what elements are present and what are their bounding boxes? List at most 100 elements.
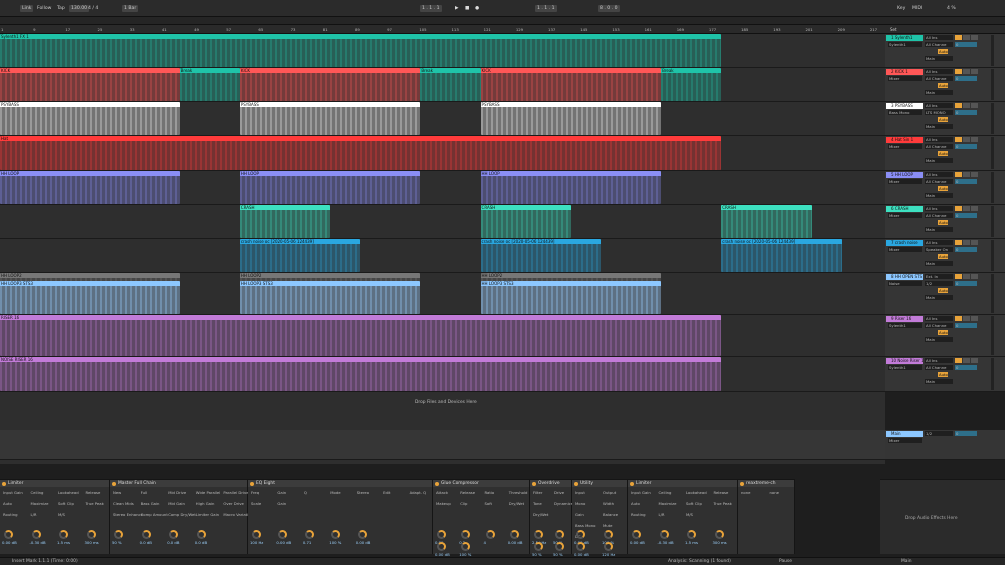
output-menu[interactable]: Main xyxy=(925,56,953,61)
input-type-menu[interactable]: All Ins xyxy=(925,206,953,211)
param-knob[interactable] xyxy=(555,530,564,539)
overview-bar[interactable] xyxy=(0,17,1005,25)
param-value[interactable]: 0.00 dB xyxy=(356,540,371,545)
track-activator[interactable] xyxy=(955,206,962,211)
device-reaxtreme-ch[interactable]: reaxtreme-ch none none xyxy=(738,479,795,554)
track-name[interactable]: 1 Sylenth1 xyxy=(886,35,923,41)
input-channel-menu[interactable]: All Channe xyxy=(925,144,953,149)
param-value[interactable]: 0.00 dB xyxy=(276,540,291,545)
param-knob[interactable] xyxy=(31,530,41,539)
device-glue-compressor[interactable]: Glue Compressor Attack Release Ratio Thresho… xyxy=(433,479,530,557)
input-channel-menu[interactable]: LTS MONO xyxy=(925,110,953,115)
arrangement-position[interactable]: 1 . 1 . 1 xyxy=(420,5,442,12)
output-menu[interactable]: Main xyxy=(925,379,953,384)
param-value[interactable]: 1.5 ms xyxy=(57,540,70,545)
solo-button[interactable] xyxy=(963,172,970,177)
clip[interactable]: CRASH xyxy=(480,205,571,238)
param-knob[interactable] xyxy=(632,530,641,539)
param-knob[interactable] xyxy=(278,530,288,539)
param-knob[interactable] xyxy=(687,530,696,539)
tempo-field[interactable]: 130.00 xyxy=(69,5,90,12)
main-track-lane[interactable] xyxy=(0,430,885,460)
track-activator[interactable] xyxy=(955,69,962,74)
track-name[interactable]: 2 KICK 1 xyxy=(886,69,923,75)
volume-field[interactable]: 0 xyxy=(955,281,977,286)
track-lane[interactable]: Sylenth1 FX 1 xyxy=(0,34,885,68)
arm-button[interactable] xyxy=(971,103,978,108)
output-menu[interactable]: Main xyxy=(925,295,953,300)
output-menu[interactable]: Main xyxy=(925,227,953,232)
input-type-menu[interactable]: All Ins xyxy=(925,358,953,363)
param-knob[interactable] xyxy=(485,530,495,539)
clip[interactable]: Break xyxy=(661,68,722,101)
monitor-auto[interactable]: Auto xyxy=(938,254,948,259)
param-value[interactable]: -0.30 dB xyxy=(658,540,674,545)
clip[interactable]: crash noise oc [2020-05-06 124439] xyxy=(480,239,601,272)
device-power-icon[interactable] xyxy=(532,481,536,486)
clip[interactable]: HH LOOP xyxy=(0,171,180,204)
arm-button[interactable] xyxy=(971,274,978,279)
clip[interactable]: RISER 16 xyxy=(0,315,722,356)
track-activator[interactable] xyxy=(955,316,962,321)
device-title[interactable]: Overdrive xyxy=(530,480,571,487)
arm-button[interactable] xyxy=(971,172,978,177)
track-lane[interactable]: HH LOOP2 HH LOOP2 HH LOOP2 HH LOOP3 STS3 HH … xyxy=(0,273,885,315)
arm-button[interactable] xyxy=(971,240,978,245)
input-channel-menu[interactable]: All Channe xyxy=(925,365,953,370)
clip[interactable]: HH LOOP xyxy=(239,171,421,204)
monitor-auto[interactable]: Auto xyxy=(938,288,948,293)
beat-time-ruler[interactable]: 1 9 17 25 33 41 49 57 65 73 81 89 97 105 113 121 129 137 1… xyxy=(0,25,909,34)
volume-field[interactable]: 0 xyxy=(955,144,977,149)
solo-button[interactable] xyxy=(963,274,970,279)
track-header[interactable]: 2 KICK 1 All Ins All Channe Mixer Auto Main 0 xyxy=(885,68,1005,102)
track-header[interactable]: 9 Riser 16 All Ins All Channe Sylenth1 Auto M… xyxy=(885,315,1005,357)
output-menu[interactable]: Main xyxy=(925,337,953,342)
device-power-icon[interactable] xyxy=(740,481,744,486)
clip[interactable]: crash noise oc [2020-05-06 124439] xyxy=(721,239,842,272)
clip[interactable]: HH LOOP3 STS3 xyxy=(480,281,662,314)
output-menu[interactable]: Main xyxy=(925,90,953,95)
volume-field[interactable]: 0 xyxy=(955,247,977,252)
param-value[interactable]: 300 ms xyxy=(713,540,727,545)
param-knob[interactable] xyxy=(576,530,585,539)
device-power-icon[interactable] xyxy=(250,481,254,486)
input-type-menu[interactable]: All Ins xyxy=(925,103,953,108)
param-knob[interactable] xyxy=(461,530,471,539)
param-knob[interactable] xyxy=(304,530,314,539)
param-value[interactable]: 1.5 ms xyxy=(685,540,698,545)
volume-field[interactable]: 0 xyxy=(955,365,977,370)
clip[interactable]: PSYBASS xyxy=(480,102,662,135)
track-activator[interactable] xyxy=(955,358,962,363)
volume-field[interactable]: 0 xyxy=(955,110,977,115)
output-menu[interactable]: Main xyxy=(925,158,953,163)
drop-effects-area[interactable]: Drop Audio Effects Here xyxy=(880,479,1005,554)
track-lane[interactable]: crash noise oc [2020-05-06 124439] crash … xyxy=(0,239,885,273)
play-icon[interactable]: ▶ xyxy=(455,5,461,11)
link-button[interactable]: Link xyxy=(20,5,34,12)
solo-button[interactable] xyxy=(963,240,970,245)
track-name[interactable]: 9 Riser 16 xyxy=(886,316,923,322)
input-channel-menu[interactable]: Speaker On xyxy=(925,247,953,252)
track-name[interactable]: 8 HH OPEN STS xyxy=(886,274,923,280)
device-title[interactable]: EQ Eight xyxy=(248,480,432,487)
track-activator[interactable] xyxy=(955,240,962,245)
track-activator[interactable] xyxy=(955,137,962,142)
volume-field[interactable]: 0 xyxy=(955,76,977,81)
param-knob[interactable] xyxy=(534,542,543,551)
device-overdrive[interactable]: Overdrive Filter Drive Tone Dynamics Dry/Wet 2… xyxy=(530,479,573,557)
param-value[interactable]: 0.71 xyxy=(303,540,311,545)
track-name[interactable]: 3 PSYBASS xyxy=(886,103,923,109)
time-signature[interactable]: 4 / 4 xyxy=(88,5,98,12)
param-knob[interactable] xyxy=(576,542,585,551)
param-knob[interactable] xyxy=(169,530,179,539)
arm-button[interactable] xyxy=(971,137,978,142)
solo-button[interactable] xyxy=(963,69,970,74)
param-value[interactable]: 0.00 dB xyxy=(2,540,17,545)
device-title[interactable]: Limiter xyxy=(628,480,737,487)
param-knob[interactable] xyxy=(86,530,96,539)
device-utility[interactable]: Utility Input Output Mono Width Gain Balance Ba… xyxy=(572,479,628,557)
param-knob[interactable] xyxy=(604,530,613,539)
input-channel-menu[interactable]: All Channe xyxy=(925,76,953,81)
clip[interactable]: KICK xyxy=(0,68,180,101)
param-value[interactable]: 300 ms xyxy=(85,540,99,545)
